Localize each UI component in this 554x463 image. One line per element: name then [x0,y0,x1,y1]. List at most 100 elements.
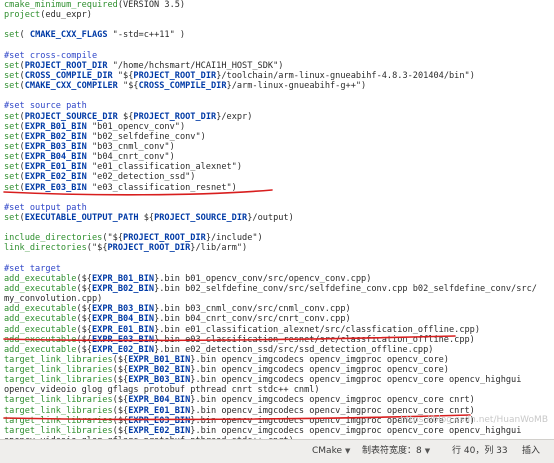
code-text: (${ [112,395,129,406]
code-variable: EXPR_E03_BIN [91,334,155,345]
code-line[interactable]: add_executable(${EXPR_B03_BIN}.bin b03_c… [0,304,554,314]
code-text: }/toolchain/arm-linux-gnueabihf-4.8.3-20… [216,70,475,81]
code-text: }.bin opencv_imgcodecs opencv_imgproc op… [190,354,449,365]
code-function: add_executable [4,304,77,315]
code-comment: #set output path [4,202,87,213]
code-text: }.bin e03_classification_resnet/src/clas… [154,334,475,345]
code-text: }/include") [205,233,263,244]
code-variable: PROJECT_ROOT_DIR [123,233,206,244]
code-text: "b03_cnml_conv") [86,141,175,152]
code-line[interactable]: include_directories("${PROJECT_ROOT_DIR}… [0,233,554,243]
code-line[interactable]: set(EXPR_E01_BIN "e01_classification_ale… [0,162,554,172]
code-line[interactable]: add_executable(${EXPR_B02_BIN}.bin b02_s… [0,284,554,294]
code-line[interactable]: set(PROJECT_ROOT_DIR "/home/hchsmart/HCA… [0,61,554,71]
code-line[interactable]: set(EXPR_E03_BIN "e03_classification_res… [0,183,554,193]
code-line[interactable]: set(CMAKE_CXX_COMPILER "${CROSS_COMPILE_… [0,81,554,91]
code-comment: #set cross-compile [4,50,98,61]
code-line[interactable]: link_directories("${PROJECT_ROOT_DIR}/li… [0,243,554,253]
code-line[interactable]: set(EXPR_B02_BIN "b02_selfdefine_conv") [0,132,554,142]
code-line[interactable]: set(PROJECT_SOURCE_DIR ${PROJECT_ROOT_DI… [0,112,554,122]
code-text: "${ [112,70,134,81]
code-line[interactable]: set(EXPR_E02_BIN "e02_detection_ssd") [0,172,554,182]
code-function: set [4,81,20,92]
language-label: CMake [312,446,342,456]
insert-mode[interactable]: 插入 [522,445,540,458]
code-line[interactable] [0,254,554,264]
code-line[interactable]: my_convolution.cpp) [0,294,554,304]
code-function: add_executable [4,344,77,355]
code-function: add_executable [4,334,77,345]
code-line[interactable]: add_executable(${EXPR_E01_BIN}.bin e01_c… [0,325,554,335]
code-line[interactable]: set(EXPR_B04_BIN "b04_cnrt_conv") [0,152,554,162]
code-text: }.bin opencv_imgcodecs opencv_imgproc op… [190,365,449,376]
code-text: (${ [112,375,129,386]
code-line[interactable]: #set output path [0,203,554,213]
code-line[interactable]: set(EXPR_B03_BIN "b03_cnml_conv") [0,142,554,152]
code-line[interactable]: #set source path [0,101,554,111]
code-line[interactable] [0,193,554,203]
code-line[interactable]: target_link_libraries(${EXPR_B02_BIN}.bi… [0,365,554,375]
code-text: }.bin b03_cnml_conv/src/cnml_conv.cpp) [154,304,351,315]
code-text: }.bin e01_classification_alexnet/src/cla… [154,324,481,335]
code-line[interactable]: target_link_libraries(${EXPR_B03_BIN}.bi… [0,375,554,385]
code-variable: EXPR_B04_BIN [24,152,87,163]
code-variable: EXPR_E02_BIN [24,172,87,183]
language-selector[interactable]: CMake ▼ [312,445,350,458]
cursor-position-label: 行 40，列 33 [452,446,508,456]
code-text: my_convolution.cpp) [4,294,103,305]
code-line[interactable]: project(edu_expr) [0,10,554,20]
code-text: (${ [112,415,129,426]
code-line[interactable]: cmake_minimum_required(VERSION 3.5) [0,0,554,10]
code-line[interactable] [0,223,554,233]
code-text: }.bin b04_cnrt_conv/src/cnrt_conv.cpp) [154,314,351,325]
code-line[interactable]: add_executable(${EXPR_B04_BIN}.bin b04_c… [0,314,554,324]
code-variable: PROJECT_SOURCE_DIR [154,212,248,223]
code-variable: PROJECT_ROOT_DIR [133,70,217,81]
code-line[interactable]: target_link_libraries(${EXPR_B01_BIN}.bi… [0,355,554,365]
code-line[interactable]: set(CROSS_COMPILE_DIR "${PROJECT_ROOT_DI… [0,71,554,81]
code-line[interactable]: set( CMAKE_CXX_FLAGS "-std=c++11" ) [0,30,554,40]
code-text: "e03_classification_resnet") [86,182,237,193]
code-line[interactable] [0,20,554,30]
code-line[interactable] [0,91,554,101]
code-variable: CROSS_COMPILE_DIR [24,70,113,81]
code-function: set [4,152,20,163]
code-function: set [4,60,20,71]
code-variable: EXPR_E03_BIN [128,415,191,426]
code-variable: EXPR_B02_BIN [24,131,87,142]
code-text: (${ [76,344,92,355]
code-line[interactable]: #set target [0,264,554,274]
code-line[interactable]: set(EXPR_B01_BIN "b01_opencv_conv") [0,122,554,132]
code-text: opencv_videoio glog gflags protobuf pthr… [4,385,320,396]
code-function: add_executable [4,314,77,325]
code-line[interactable]: #set cross-compile [0,51,554,61]
code-text: }/output) [247,212,294,223]
code-text: "-std=c++11" ) [107,30,186,41]
code-text: "e01_classification_alexnet") [86,162,243,173]
code-line[interactable]: add_executable(${EXPR_E02_BIN}.bin e02_d… [0,345,554,355]
code-text: "${ [117,81,139,92]
code-text: }/expr) [216,111,253,122]
tab-width-selector[interactable]: 制表符宽度：8 ▼ [362,445,430,458]
code-line[interactable]: target_link_libraries(${EXPR_B04_BIN}.bi… [0,395,554,405]
code-function: set [4,70,20,81]
code-function: target_link_libraries [4,405,113,416]
code-variable: EXPR_B04_BIN [128,395,191,406]
code-function: target_link_libraries [4,365,113,376]
code-text: }.bin opencv_imgcodecs opencv_imgproc op… [190,395,475,406]
code-editor[interactable]: cmake_minimum_required(VERSION 3.5) proje… [0,0,554,439]
code-text: (${ [76,273,92,284]
code-variable: EXPR_E03_BIN [24,182,87,193]
code-line[interactable]: target_link_libraries(${EXPR_E02_BIN}.bi… [0,426,554,436]
code-text: ${ [117,111,134,122]
chevron-down-icon: ▼ [424,447,431,455]
code-line[interactable]: add_executable(${EXPR_B01_BIN}.bin b01_o… [0,274,554,284]
code-line[interactable]: opencv_videoio glog gflags protobuf pthr… [0,385,554,395]
code-variable: CMAKE_CXX_FLAGS [29,30,108,41]
code-line[interactable] [0,41,554,51]
code-variable: EXPR_B02_BIN [128,365,191,376]
code-variable: EXPR_E01_BIN [128,405,191,416]
code-line[interactable]: add_executable(${EXPR_E03_BIN}.bin e03_c… [0,335,554,345]
code-line[interactable]: set(EXECUTABLE_OUTPUT_PATH ${PROJECT_SOU… [0,213,554,223]
code-text: }.bin opencv_imgcodecs opencv_imgproc op… [190,425,522,436]
